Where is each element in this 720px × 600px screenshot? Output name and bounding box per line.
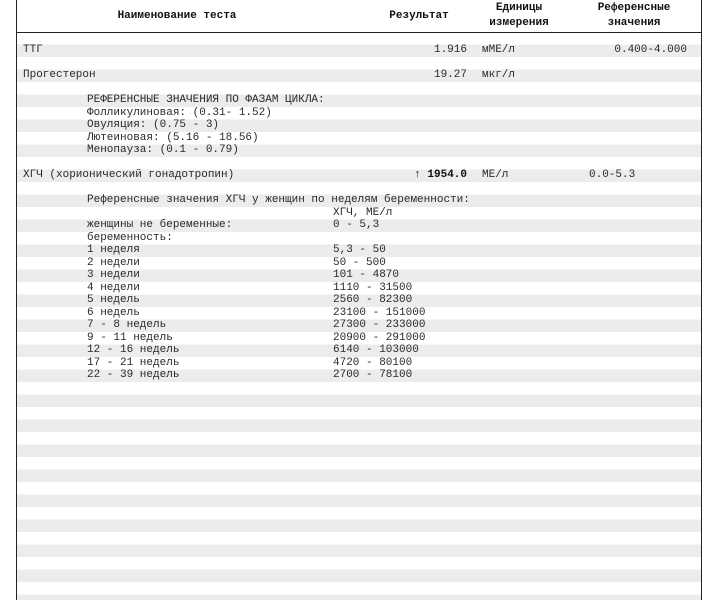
header-reference: Референсные значения [569,0,699,32]
progesterone-note-line: РЕФЕРЕНСНЫЕ ЗНАЧЕНИЯ ПО ФАЗАМ ЦИКЛА: [17,94,701,107]
hcg-ref-row: 9 - 11 недель 20900 - 291000 [17,332,701,345]
test-row-hcg: ХГЧ (хорионический гонадотропин) ↑ 1954.… [17,169,701,182]
hcg-note-title: Референсные значения ХГЧ у женщин по нед… [17,194,701,207]
header-units-line1: Единицы [495,2,543,14]
header-reference-line2: значения [607,17,661,29]
hcg-ref-row: 6 недель 23100 - 151000 [17,307,701,320]
ref-row-value: 2700 - 78100 [333,369,413,381]
test-units: мМЕ/л [482,44,516,56]
note-text: Овуляция: (0.75 - 3) [87,119,220,131]
header-result: Результат [369,0,469,32]
header-test-name: Наименование теста [17,0,337,32]
hcg-ref-row: 12 - 16 недель 6140 - 103000 [17,344,701,357]
test-result: 1.916 [433,44,467,56]
ref-row-value: 5,3 - 50 [333,244,386,256]
test-row-progesterone: Прогестерон 19.27 мкг/л [17,69,701,82]
ref-row-label: 22 - 39 недель [87,369,180,381]
ref-row-value: 27300 - 233000 [333,319,426,331]
hcg-ref-row: 2 недели 50 - 500 [17,257,701,270]
ref-row-label: беременность: [87,231,173,244]
header-units-line2: измерения [489,17,549,29]
ref-row-value: 23100 - 151000 [333,306,426,319]
ref-row-label: 17 - 21 недель [87,356,180,369]
hcg-ref-row: 5 недель 2560 - 82300 [17,294,701,307]
test-name: Прогестерон [23,69,96,81]
ref-row-label: 7 - 8 недель [87,319,167,331]
hcg-ref-row: 7 - 8 недель 27300 - 233000 [17,319,701,332]
ref-row-value: 1110 - 31500 [333,281,413,294]
note-text: РЕФЕРЕНСНЫЕ ЗНАЧЕНИЯ ПО ФАЗАМ ЦИКЛА: [87,94,325,106]
test-units: МЕ/л [482,169,509,181]
ref-row-label: 1 неделя [87,244,140,256]
ref-row-label: 4 недели [87,281,140,294]
ref-row-value: 2560 - 82300 [333,294,413,306]
test-result-flagged: ↑ 1954.0 [369,169,467,182]
hcg-note-subheader: ХГЧ, МЕ/л [17,207,701,220]
hcg-ref-row: 4 недели 1110 - 31500 [17,282,701,295]
ref-row-value: 20900 - 291000 [333,331,426,344]
note-text: Референсные значения ХГЧ у женщин по нед… [87,194,470,206]
header-units: Единицы измерения [469,0,569,32]
note-text: Менопауза: (0.1 - 0.79) [87,144,239,156]
progesterone-note-line: Менопауза: (0.1 - 0.79) [17,144,701,157]
ref-row-label: 6 недель [87,306,140,319]
ref-row-label: 12 - 16 недель [87,344,180,356]
test-units: мкг/л [482,69,516,81]
test-reference: 0.0-5.3 [589,169,636,181]
ref-row-label: женщины не беременные: [87,219,233,231]
hcg-ref-row: женщины не беременные: 0 - 5,3 [17,219,701,232]
hcg-ref-row: 22 - 39 недель 2700 - 78100 [17,369,701,382]
note-text: Лютеиновая: (5.16 - 18.56) [87,131,259,144]
header-result-label: Результат [389,10,449,22]
note-text: ХГЧ, МЕ/л [333,206,393,219]
header-test-name-label: Наименование теста [117,10,237,22]
ref-row-label: 3 недели [87,269,140,281]
ref-row-value: 101 - 4870 [333,269,400,281]
progesterone-note-line: Лютеиновая: (5.16 - 18.56) [17,132,701,145]
progesterone-note-line: Овуляция: (0.75 - 3) [17,119,701,132]
hcg-ref-row: 17 - 21 недель 4720 - 80100 [17,357,701,370]
hcg-ref-row: беременность: [17,232,701,245]
ref-row-label: 2 недели [87,256,140,269]
hcg-ref-row: 1 неделя 5,3 - 50 [17,244,701,257]
test-row-ttg: ТТГ 1.916 мМЕ/л 0.400-4.000 [17,44,701,57]
ref-row-label: 5 недель [87,294,140,306]
test-name: ХГЧ (хорионический гонадотропин) [23,169,235,181]
note-text: Фолликулиновая: (0.31- 1.52) [87,106,272,119]
lab-results-sheet: Наименование теста Результат Единицы изм… [16,0,702,600]
test-reference: 0.400-4.000 [614,44,687,56]
table-header: Наименование теста Результат Единицы изм… [17,0,701,33]
hcg-ref-row: 3 недели 101 - 4870 [17,269,701,282]
arrow-up-icon: ↑ [414,169,421,181]
test-result: 1954.0 [427,169,467,181]
ref-row-value: 50 - 500 [333,256,386,269]
progesterone-note-line: Фолликулиновая: (0.31- 1.52) [17,107,701,120]
test-name: ТТГ [23,44,43,56]
ref-row-value: 6140 - 103000 [333,344,419,356]
test-result: 19.27 [433,69,467,81]
ref-row-value: 0 - 5,3 [333,219,380,231]
header-reference-line1: Референсные [597,2,671,14]
ref-row-value: 4720 - 80100 [333,356,413,369]
ref-row-label: 9 - 11 недель [87,331,173,344]
